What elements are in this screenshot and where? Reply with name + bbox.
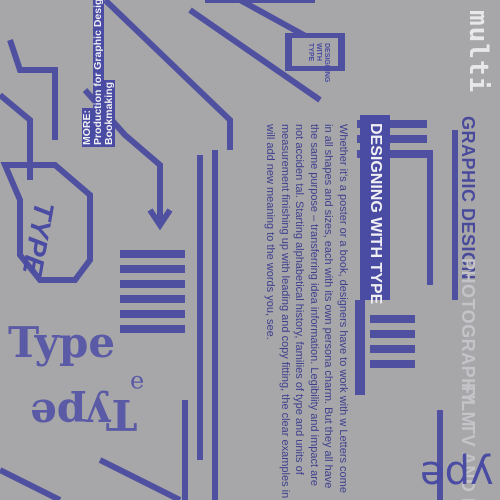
brand-logo: multi [463, 10, 493, 94]
more-box: MORE: Production for Graphic Designer Bo… [81, 0, 115, 147]
description-paragraph: Whether it's a poster or a book, designe… [264, 124, 350, 499]
description-text: Whether it's a poster or a book, designe… [263, 124, 350, 500]
book-cover: multi GRAPHIC DESIGN PHOTOGRAPHY FILM TV… [0, 0, 500, 500]
type-serif-word: Type [8, 318, 116, 367]
type-serif-flipped-word: Type [30, 390, 138, 439]
type-big-flipped-word: ədʎ [420, 448, 494, 494]
small-title-label: DESIGNING WITH TYPE [307, 43, 330, 83]
more-link-bookmaking[interactable]: Bookmaking [103, 79, 115, 147]
book-title: DESIGNING WITH TYPE [360, 115, 390, 304]
menu-item-film[interactable]: FILM [457, 383, 478, 427]
type-serif-small-glyph: ə [130, 370, 145, 398]
menu-item-graphic-design[interactable]: GRAPHIC DESIGN [457, 116, 478, 280]
